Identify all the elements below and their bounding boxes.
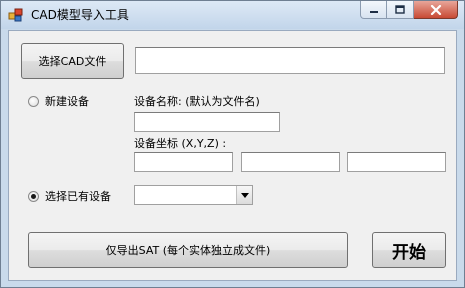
device-name-input[interactable] — [134, 112, 280, 132]
existing-device-radio[interactable]: 选择已有设备 — [28, 188, 111, 204]
start-button[interactable]: 开始 — [372, 232, 446, 268]
file-path-input[interactable] — [135, 47, 445, 74]
new-device-radio-indicator[interactable] — [28, 95, 39, 107]
select-cad-file-button[interactable]: 选择CAD文件 — [21, 43, 124, 79]
chevron-down-icon — [240, 192, 249, 198]
maximize-icon — [395, 5, 405, 14]
minimize-icon — [369, 10, 378, 13]
maximize-button[interactable] — [387, 1, 414, 19]
window-title: CAD模型导入工具 — [31, 8, 129, 22]
minimize-button[interactable] — [360, 1, 387, 19]
device-coord-label: 设备坐标 (X,Y,Z) : — [134, 137, 227, 150]
app-icon — [8, 7, 24, 23]
coord-y-input[interactable] — [241, 152, 340, 172]
new-device-radio[interactable]: 新建设备 — [28, 93, 89, 109]
app-window: CAD模型导入工具 选择CAD文件 新建设备 设备名称: (默认为文件名) 设备… — [0, 0, 465, 288]
coord-x-input[interactable] — [134, 152, 233, 172]
new-device-radio-label: 新建设备 — [45, 95, 89, 108]
existing-device-radio-indicator[interactable] — [28, 190, 39, 202]
caption-buttons — [360, 1, 458, 20]
existing-device-select[interactable] — [134, 185, 253, 205]
device-name-label: 设备名称: (默认为文件名) — [134, 95, 260, 108]
export-sat-button[interactable]: 仅导出SAT (每个实体独立成文件) — [28, 232, 348, 268]
close-icon — [430, 4, 441, 15]
title-bar[interactable]: CAD模型导入工具 — [1, 1, 464, 29]
existing-device-radio-label: 选择已有设备 — [45, 190, 111, 203]
coord-z-input[interactable] — [347, 152, 446, 172]
client-area: 选择CAD文件 新建设备 设备名称: (默认为文件名) 设备坐标 (X,Y,Z)… — [8, 30, 457, 281]
dropdown-arrow-button[interactable] — [236, 186, 252, 204]
close-button[interactable] — [414, 1, 458, 19]
